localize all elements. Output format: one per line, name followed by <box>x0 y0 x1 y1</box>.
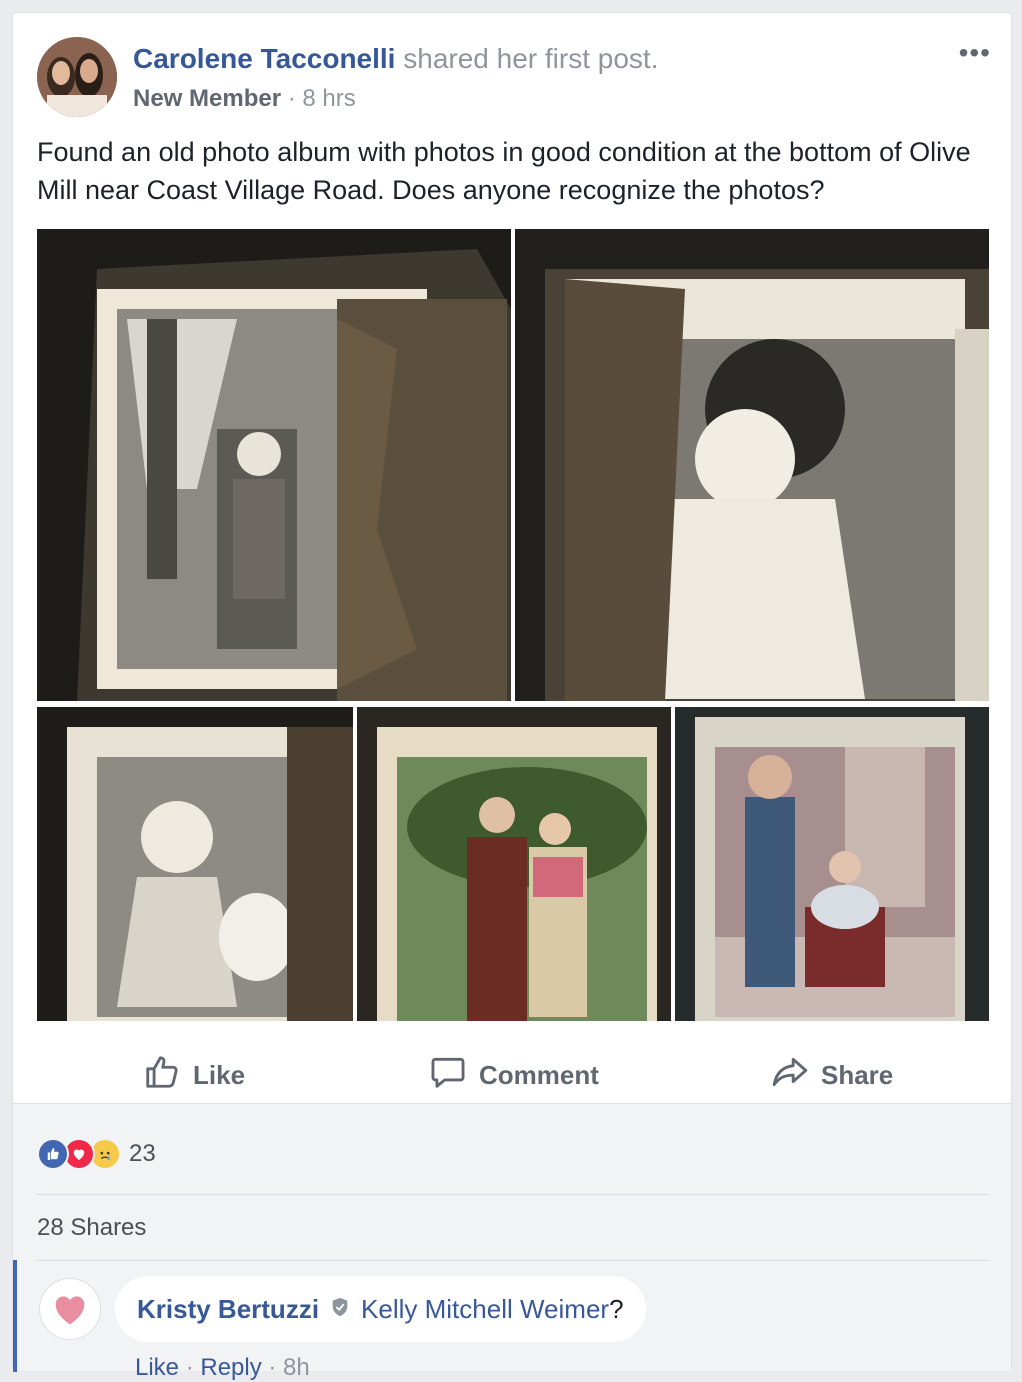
reaction-count: 23 <box>129 1140 156 1167</box>
photo-1[interactable] <box>37 229 511 701</box>
more-options-icon[interactable]: ••• <box>959 37 991 69</box>
like-label: Like <box>193 1059 246 1090</box>
commenter-avatar[interactable] <box>39 1278 101 1340</box>
comment: Kristy Bertuzzi Kelly Mitchell Weimer? L… <box>13 1260 1011 1381</box>
commenter-name[interactable]: Kristy Bertuzzi <box>137 1294 319 1325</box>
author-avatar[interactable] <box>37 37 117 117</box>
comment-label: Comment <box>479 1059 599 1090</box>
share-arrow-icon <box>771 1053 809 1098</box>
like-reaction-icon <box>37 1138 69 1170</box>
post-card: Carolene Tacconelli shared her first pos… <box>12 12 1012 1381</box>
photo-5[interactable] <box>675 707 989 1021</box>
divider <box>37 1194 989 1195</box>
post-timestamp[interactable]: 8 hrs <box>302 85 355 112</box>
comment-sep: · <box>261 1354 284 1381</box>
post-action-text: shared her first post. <box>403 43 659 74</box>
comment-like-link[interactable]: Like <box>135 1354 179 1381</box>
shield-icon <box>329 1294 351 1325</box>
photo-4[interactable] <box>357 707 671 1021</box>
photo-3[interactable] <box>37 707 353 1021</box>
share-label: Share <box>821 1059 894 1090</box>
comment-text-tail: ? <box>609 1293 624 1324</box>
mentioned-user-link[interactable]: Kelly Mitchell Weimer <box>361 1294 609 1324</box>
like-thumb-icon <box>143 1053 181 1098</box>
comment-time[interactable]: 8h <box>283 1354 310 1381</box>
comment-bubble: Kristy Bertuzzi Kelly Mitchell Weimer? <box>115 1276 646 1342</box>
photo-2[interactable] <box>515 229 989 701</box>
post-header: Carolene Tacconelli shared her first pos… <box>133 43 658 75</box>
comment-reply-link[interactable]: Reply <box>200 1354 261 1381</box>
comment-sep: · <box>179 1354 201 1381</box>
comment-actions: Like · Reply · 8h <box>135 1354 310 1382</box>
post-meta: New Member · 8 hrs <box>133 85 356 113</box>
member-badge: New Member <box>133 85 282 112</box>
feedback-section: 23 28 Shares Kristy Bertuzzi Kelly Mitch… <box>13 1103 1011 1381</box>
post-text: Found an old photo album with photos in … <box>37 137 971 205</box>
meta-separator: · <box>281 85 303 112</box>
reactions-summary[interactable]: 23 <box>37 1138 156 1170</box>
author-name[interactable]: Carolene Tacconelli <box>133 43 395 74</box>
comment-bubble-icon <box>429 1053 467 1098</box>
shares-count[interactable]: 28 Shares <box>37 1214 146 1242</box>
